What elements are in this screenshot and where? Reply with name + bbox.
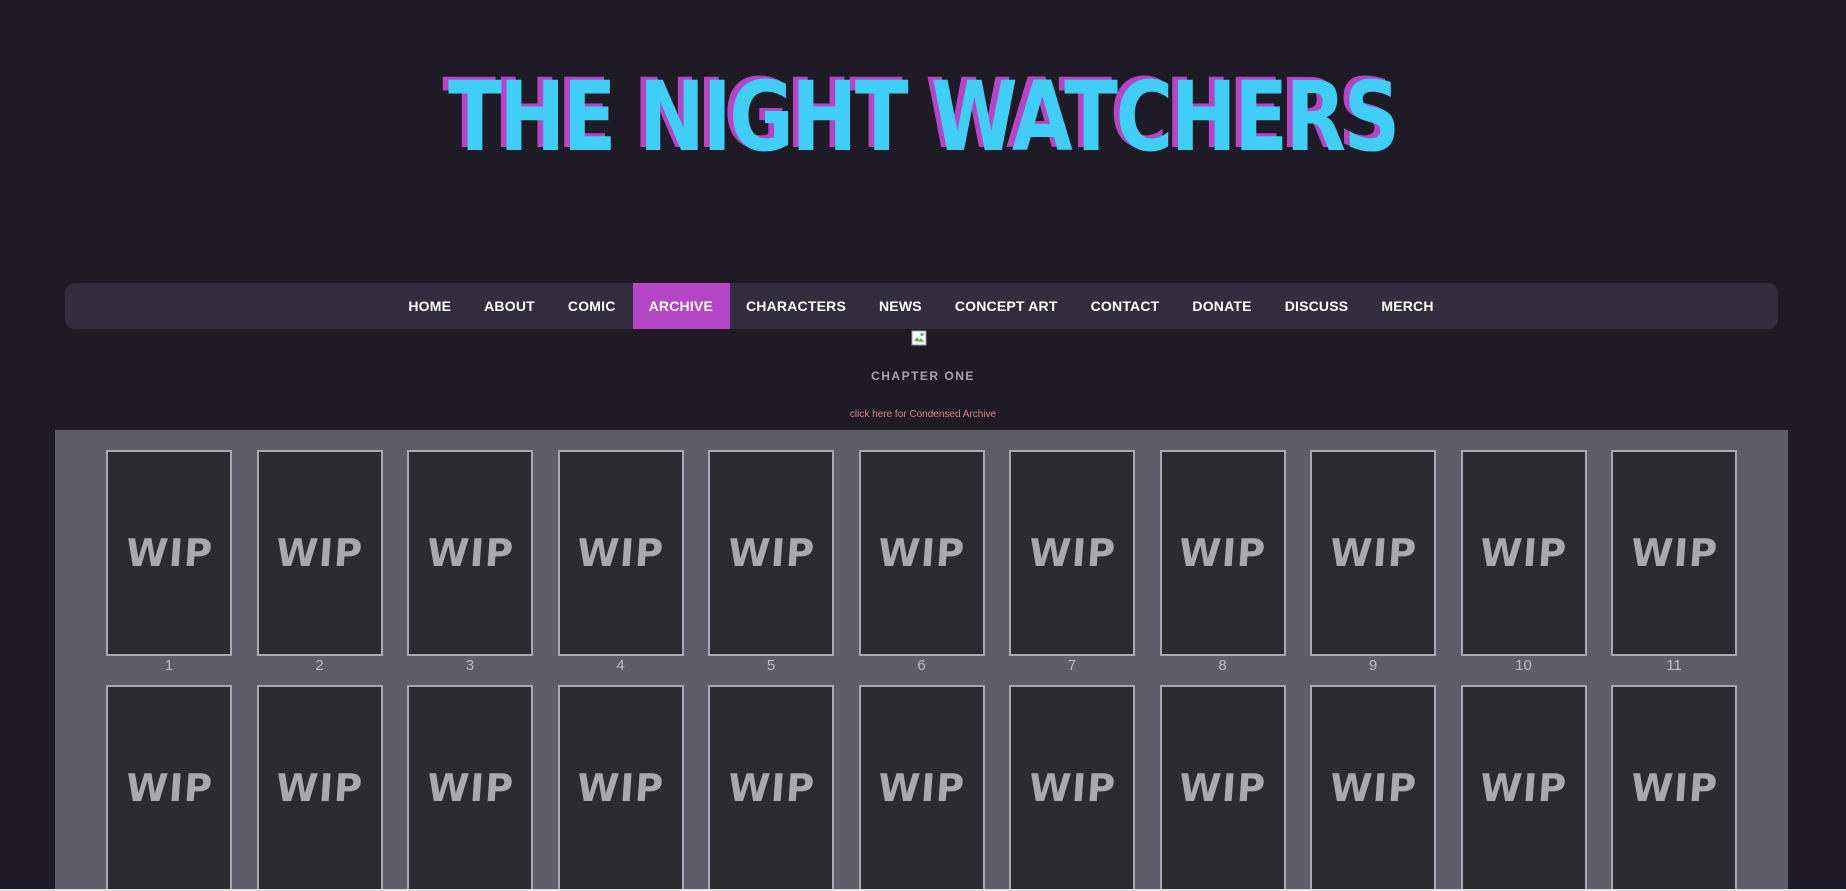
thumbnail-frame: WIP	[407, 450, 533, 656]
thumbnail-frame: WIP	[106, 685, 232, 891]
thumbnail-wip-text: WIP	[1177, 766, 1268, 810]
thumbnail-frame: WIP	[1310, 685, 1436, 891]
thumbnail-frame: WIP	[106, 450, 232, 656]
thumbnail-wip-text: WIP	[575, 766, 666, 810]
thumbnail-frame: WIP	[858, 450, 985, 656]
thumbnail-wip-text: WIP	[726, 766, 816, 810]
condensed-archive-link[interactable]: click here for Condensed Archive	[0, 409, 1846, 420]
archive-page-thumbnail[interactable]: WIP	[256, 685, 383, 891]
archive-page-thumbnail[interactable]: WIP 10	[1460, 450, 1587, 685]
nav-item-comic[interactable]: COMIC	[552, 283, 633, 329]
thumbnail-frame: WIP	[708, 450, 834, 656]
thumbnail-frame: WIP	[1460, 450, 1587, 656]
thumbnail-wip-text: WIP	[1328, 531, 1418, 575]
thumbnail-frame: WIP	[256, 685, 383, 891]
thumbnail-wip-text: WIP	[425, 766, 515, 810]
archive-page-thumbnail[interactable]: WIP	[1460, 685, 1587, 891]
thumbnail-page-number: 2	[315, 657, 324, 674]
archive-page-thumbnail[interactable]: WIP 4	[557, 450, 684, 685]
archive-page-thumbnail[interactable]: WIP 1	[106, 450, 232, 685]
thumbnail-page-number: 1	[164, 657, 174, 674]
thumbnail-frame: WIP	[1009, 450, 1135, 656]
archive-page-thumbnail[interactable]: WIP 3	[407, 450, 533, 685]
archive-page-thumbnail[interactable]: WIP 11	[1611, 450, 1737, 685]
thumbnail-page-number: 3	[465, 657, 475, 674]
thumbnail-frame: WIP	[858, 685, 985, 891]
thumbnail-frame: WIP	[1611, 450, 1737, 656]
nav-item-characters[interactable]: CHARACTERS	[730, 283, 863, 329]
thumbnail-frame: WIP	[1310, 450, 1436, 656]
thumbnail-page-number: 11	[1666, 657, 1682, 674]
thumbnail-wip-text: WIP	[1177, 531, 1268, 575]
thumbnail-page-number: 7	[1067, 657, 1077, 674]
thumbnail-frame: WIP	[1009, 685, 1135, 891]
thumbnail-wip-text: WIP	[425, 531, 515, 575]
thumbnail-wip-text: WIP	[876, 766, 967, 810]
thumbnail-frame: WIP	[1460, 685, 1587, 891]
thumbnail-page-number: 5	[766, 657, 776, 674]
nav-item-concept-art[interactable]: CONCEPT ART	[939, 283, 1075, 329]
nav-item-merch[interactable]: MERCH	[1365, 283, 1450, 329]
thumbnail-frame: WIP	[1159, 685, 1286, 891]
thumbnail-frame: WIP	[557, 685, 684, 891]
thumbnail-wip-text: WIP	[1328, 766, 1418, 810]
thumbnail-frame: WIP	[407, 685, 533, 891]
thumbnail-page-number: 10	[1515, 657, 1532, 674]
archive-page-thumbnail[interactable]: WIP	[1159, 685, 1286, 891]
archive-page-thumbnail[interactable]: WIP 7	[1009, 450, 1135, 685]
nav-item-about[interactable]: ABOUT	[468, 283, 552, 329]
thumbnail-frame: WIP	[1611, 685, 1737, 891]
archive-page-thumbnail[interactable]: WIP 6	[858, 450, 985, 685]
archive-page-thumbnail[interactable]: WIP 9	[1310, 450, 1436, 685]
thumbnail-wip-text: WIP	[274, 531, 365, 575]
thumbnail-wip-text: WIP	[726, 531, 816, 575]
thumbnail-wip-text: WIP	[575, 531, 666, 575]
thumbnail-wip-text: WIP	[124, 531, 214, 575]
archive-page-thumbnail[interactable]: WIP	[708, 685, 834, 891]
thumbnail-wip-text: WIP	[1629, 531, 1719, 575]
archive-page-thumbnail[interactable]: WIP	[1611, 685, 1737, 891]
archive-page-thumbnail[interactable]: WIP	[407, 685, 533, 891]
thumbnail-grid: WIP 1 WIP 2 WIP 3 WIP 4 WIP 5 WIP 6 WIP 7 WIP 8 WIP 9 WIP 1…	[106, 450, 1737, 891]
thumbnail-page-number: 6	[917, 657, 926, 674]
archive-page-thumbnail[interactable]: WIP 8	[1159, 450, 1286, 685]
thumbnail-page-number: 4	[616, 657, 625, 674]
nav-item-home[interactable]: HOME	[392, 283, 468, 329]
site-title: THE NIGHT WATCHERS	[448, 61, 1400, 173]
thumbnail-wip-text: WIP	[1478, 766, 1569, 810]
archive-page-thumbnail[interactable]: WIP 5	[708, 450, 834, 685]
thumbnail-wip-text: WIP	[1027, 766, 1117, 810]
thumbnail-frame: WIP	[256, 450, 383, 656]
nav-item-contact[interactable]: CONTACT	[1075, 283, 1177, 329]
main-nav: HOME ABOUT COMIC ARCHIVE CHARACTERS NEWS CONCE…	[65, 283, 1778, 329]
archive-page-thumbnail[interactable]: WIP	[1009, 685, 1135, 891]
archive-page-thumbnail[interactable]: WIP	[858, 685, 985, 891]
thumbnail-wip-text: WIP	[1478, 531, 1569, 575]
thumbnail-wip-text: WIP	[274, 766, 365, 810]
archive-page-thumbnail[interactable]: WIP	[557, 685, 684, 891]
thumbnail-wip-text: WIP	[124, 766, 214, 810]
thumbnail-wip-text: WIP	[1629, 766, 1719, 810]
broken-image-icon	[911, 330, 927, 346]
nav-item-archive[interactable]: ARCHIVE	[632, 283, 730, 329]
thumbnail-wip-text: WIP	[1027, 531, 1117, 575]
thumbnail-page-number: 8	[1218, 657, 1227, 674]
nav-item-donate[interactable]: DONATE	[1176, 283, 1268, 329]
chapter-title: CHAPTER ONE	[871, 369, 975, 383]
thumbnail-frame: WIP	[1159, 450, 1286, 656]
thumbnail-frame: WIP	[708, 685, 834, 891]
archive-panel: WIP 1 WIP 2 WIP 3 WIP 4 WIP 5 WIP 6 WIP 7 WIP 8 WIP 9 WIP 1…	[55, 430, 1788, 891]
thumbnail-frame: WIP	[557, 450, 684, 656]
thumbnail-wip-text: WIP	[876, 531, 967, 575]
nav-item-discuss[interactable]: DISCUSS	[1269, 283, 1366, 329]
archive-page-thumbnail[interactable]: WIP	[106, 685, 232, 891]
archive-page-thumbnail[interactable]: WIP 2	[256, 450, 383, 685]
nav-item-news[interactable]: NEWS	[863, 283, 939, 329]
archive-page-thumbnail[interactable]: WIP	[1310, 685, 1436, 891]
thumbnail-page-number: 9	[1368, 657, 1378, 674]
